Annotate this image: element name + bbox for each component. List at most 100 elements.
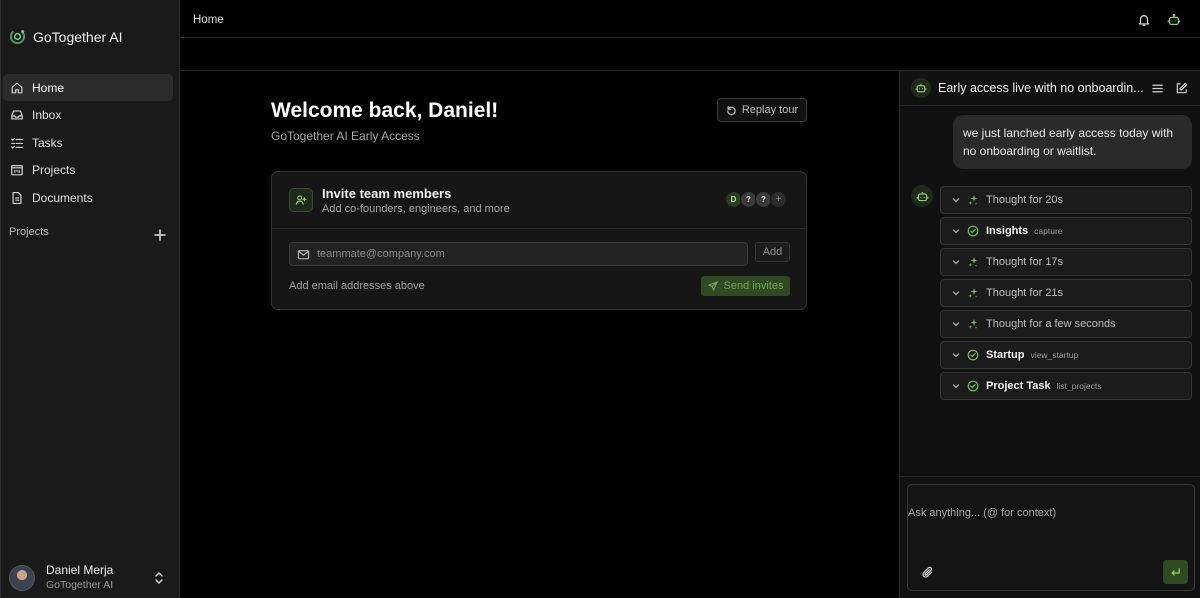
- enter-icon: [1171, 567, 1180, 576]
- user-menu[interactable]: Daniel Merja GoTogether AI: [9, 563, 171, 593]
- step-tag: list_projects: [1056, 381, 1102, 391]
- chat-bot-badge: [911, 78, 931, 98]
- replay-icon: [727, 105, 736, 115]
- step-label: Startup: [986, 349, 1025, 361]
- check-circle-icon: [967, 349, 979, 361]
- sidebar-item-label: Tasks: [32, 135, 63, 150]
- chevron-down-icon: [952, 384, 960, 389]
- add-email-button[interactable]: Add: [755, 242, 790, 262]
- bot-icon: [915, 83, 927, 93]
- logo-icon: [9, 28, 26, 45]
- replay-tour-button[interactable]: Replay tour: [717, 98, 807, 122]
- user-plus-icon: [295, 195, 307, 205]
- documents-icon: [12, 191, 22, 204]
- email-input[interactable]: [317, 248, 737, 260]
- step-label: Thought for 17s: [986, 256, 1064, 268]
- toolbar-strip: [180, 38, 1200, 71]
- brand[interactable]: GoTogether AI: [9, 28, 123, 45]
- send-invites-button[interactable]: Send invites: [701, 276, 790, 296]
- tool-step[interactable]: Project Task list_projects: [940, 372, 1192, 400]
- sidebar-item-documents[interactable]: Documents: [3, 184, 173, 211]
- page-title: Welcome back, Daniel!: [271, 99, 499, 122]
- user-name: Daniel Merja: [46, 563, 114, 577]
- step-label: Thought for 21s: [986, 287, 1064, 299]
- step-tag: capture: [1034, 226, 1063, 236]
- step-tag: view_startup: [1030, 350, 1079, 360]
- add-member-avatar[interactable]: +: [770, 191, 787, 208]
- agent-steps: Thought for 20s Insights capture Thought…: [940, 186, 1192, 403]
- page-subtitle: GoTogether AI Early Access: [271, 129, 420, 143]
- invite-icon-box: [289, 188, 313, 212]
- menu-icon[interactable]: [1151, 82, 1164, 95]
- sidebar-item-label: Projects: [32, 163, 76, 177]
- new-chat-icon[interactable]: [1175, 82, 1188, 95]
- chat-header: Early access live with no onboardin...: [900, 71, 1200, 106]
- chat-composer: [907, 484, 1195, 591]
- projects-section-label: Projects: [9, 226, 49, 238]
- email-field[interactable]: [289, 242, 748, 266]
- bot-icon[interactable]: [1167, 13, 1181, 27]
- user-info: Daniel Merja GoTogether AI: [46, 563, 113, 593]
- chevron-down-icon: [952, 291, 960, 296]
- app-root: GoTogether AI Home Inbox Tasks Projects …: [0, 0, 1200, 598]
- invite-hint: Add email addresses above: [289, 280, 425, 292]
- mail-icon: [297, 249, 310, 259]
- tool-step[interactable]: Startup view_startup: [940, 341, 1192, 369]
- chevron-down-icon: [952, 322, 960, 327]
- tool-step[interactable]: Insights capture: [940, 217, 1192, 245]
- step-label: Thought for 20s: [986, 194, 1064, 206]
- chevron-down-icon: [952, 198, 960, 203]
- agent-avatar: [911, 185, 933, 207]
- thought-step[interactable]: Thought for a few seconds: [940, 310, 1192, 338]
- chevron-up-down-icon[interactable]: [153, 571, 165, 585]
- send-invites-label: Send invites: [723, 280, 784, 292]
- step-label: Thought for a few seconds: [986, 318, 1116, 330]
- check-circle-icon: [967, 380, 979, 392]
- sidebar-item-label: Home: [32, 80, 65, 95]
- invite-card: Invite team members Add co-founders, eng…: [271, 171, 807, 310]
- sidebar-nav: Home Inbox Tasks Projects Documents: [3, 74, 173, 212]
- add-project-icon[interactable]: [153, 228, 167, 242]
- composer-divider: [900, 476, 1200, 477]
- sidebar-item-tasks[interactable]: Tasks: [3, 129, 173, 156]
- thought-step[interactable]: Thought for 17s: [940, 248, 1192, 276]
- sidebar-item-projects[interactable]: Projects: [3, 157, 173, 184]
- send-icon: [707, 281, 718, 291]
- main-content: Welcome back, Daniel! GoTogether AI Earl…: [180, 71, 900, 598]
- member-avatars: D ? ? +: [725, 191, 787, 208]
- thought-step[interactable]: Thought for 20s: [940, 186, 1192, 214]
- paperclip-icon[interactable]: [921, 566, 934, 579]
- user-org: GoTogether AI: [46, 579, 114, 591]
- sidebar-item-home[interactable]: Home: [3, 74, 173, 101]
- sparkle-icon: [968, 288, 978, 298]
- send-message-button[interactable]: [1163, 560, 1188, 584]
- sidebar-item-label: Inbox: [32, 108, 62, 122]
- chevron-down-icon: [952, 353, 960, 358]
- invite-title: Invite team members: [322, 186, 452, 201]
- check-circle-icon: [967, 225, 979, 237]
- inbox-icon: [11, 110, 23, 120]
- replay-tour-label: Replay tour: [741, 104, 799, 116]
- chat-input[interactable]: [908, 507, 1188, 527]
- invite-description: Add co-founders, engineers, and more: [322, 203, 510, 215]
- home-icon: [11, 82, 23, 93]
- bot-icon: [916, 191, 928, 201]
- sidebar-item-inbox[interactable]: Inbox: [3, 102, 173, 129]
- sparkle-icon: [968, 195, 978, 205]
- tasks-icon: [11, 137, 23, 149]
- step-label: Project Task: [986, 380, 1051, 392]
- thought-step[interactable]: Thought for 21s: [940, 279, 1192, 307]
- sparkle-icon: [968, 257, 978, 267]
- sidebar: GoTogether AI Home Inbox Tasks Projects …: [0, 0, 180, 598]
- chevron-down-icon: [952, 229, 960, 234]
- avatar: [9, 565, 35, 591]
- breadcrumb[interactable]: Home: [193, 14, 224, 26]
- bell-icon[interactable]: [1137, 13, 1151, 27]
- chat-title[interactable]: Early access live with no onboardin...: [938, 81, 1144, 95]
- invite-card-header: Invite team members Add co-founders, eng…: [272, 172, 806, 229]
- step-label: Insights: [986, 225, 1029, 237]
- sparkle-icon: [968, 319, 978, 329]
- brand-name: GoTogether AI: [33, 28, 123, 45]
- user-message: we just lanched early access today with …: [953, 115, 1192, 169]
- topbar: Home: [180, 0, 1200, 38]
